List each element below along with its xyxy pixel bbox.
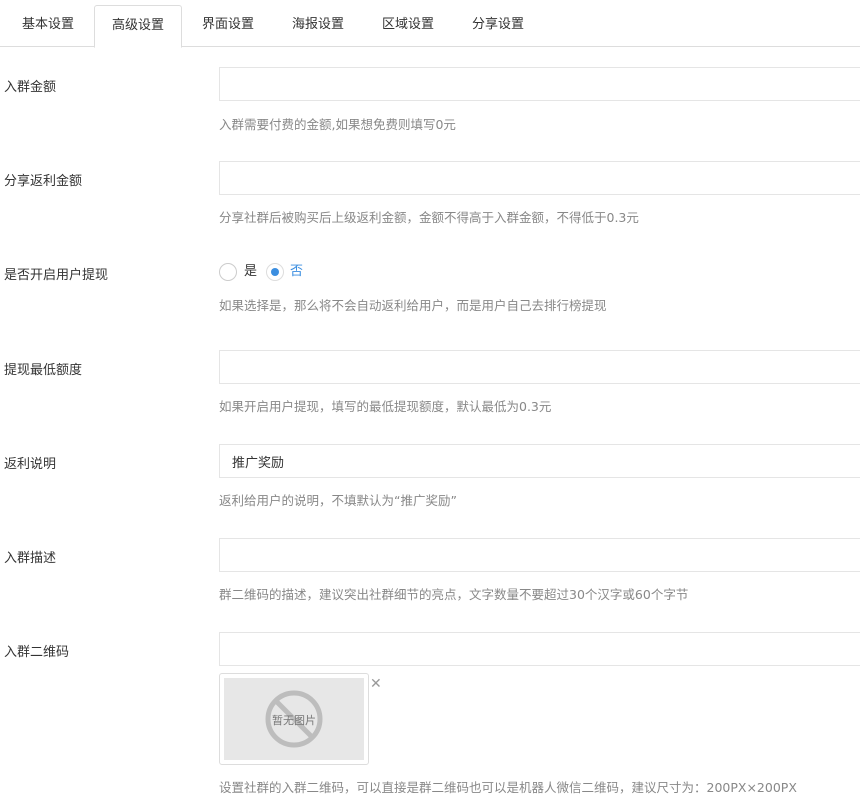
share-rebate-label: 分享返利金额 xyxy=(4,174,83,189)
join-amount-input[interactable] xyxy=(219,67,860,101)
tab-bar: 基本设置 高级设置 界面设置 海报设置 区域设置 分享设置 xyxy=(0,0,860,48)
join-desc-input[interactable] xyxy=(219,538,860,572)
join-desc-help: 群二维码的描述，建议突出社群细节的亮点，文字数量不要超过30个汉字或60个字节 xyxy=(219,587,689,602)
withdraw-yes-radio[interactable] xyxy=(219,263,237,281)
withdraw-enabled-help: 如果选择是，那么将不会自动返利给用户，而是用户自己去排行榜提现 xyxy=(219,298,607,313)
join-qrcode-help: 设置社群的入群二维码，可以直接是群二维码也可以是机器人微信二维码，建议尺寸为：2… xyxy=(219,780,797,795)
join-desc-label: 入群描述 xyxy=(4,551,57,566)
tab-basic-settings[interactable]: 基本设置 xyxy=(4,5,92,47)
rebate-note-input[interactable] xyxy=(219,444,860,478)
close-icon[interactable]: ✕ xyxy=(370,677,382,691)
withdraw-enabled-label: 是否开启用户提现 xyxy=(4,268,109,283)
rebate-note-label: 返利说明 xyxy=(4,457,57,472)
join-amount-label: 入群金额 xyxy=(4,80,57,95)
withdraw-no-label[interactable]: 否 xyxy=(290,263,303,281)
join-qrcode-label: 入群二维码 xyxy=(4,645,70,660)
tab-poster-settings[interactable]: 海报设置 xyxy=(274,5,362,47)
join-amount-help: 入群需要付费的金额,如果想免费则填写0元 xyxy=(219,117,456,132)
rebate-note-help: 返利给用户的说明，不填默认为“推广奖励” xyxy=(219,493,457,508)
min-withdraw-input[interactable] xyxy=(219,350,860,384)
withdraw-yes-label[interactable]: 是 xyxy=(244,263,257,281)
share-rebate-input[interactable] xyxy=(219,161,860,195)
tab-share-settings[interactable]: 分享设置 xyxy=(454,5,542,47)
min-withdraw-label: 提现最低额度 xyxy=(4,363,83,378)
withdraw-no-radio[interactable] xyxy=(266,263,284,281)
qrcode-image-preview[interactable]: 暂无图片 xyxy=(219,673,369,765)
tab-advanced-settings[interactable]: 高级设置 xyxy=(94,5,182,48)
share-rebate-help: 分享社群后被购买后上级返利金额，金额不得高于入群金额，不得低于0.3元 xyxy=(219,210,639,225)
tab-interface-settings[interactable]: 界面设置 xyxy=(184,5,272,47)
join-qrcode-input[interactable] xyxy=(219,632,860,666)
no-image-text: 暂无图片 xyxy=(272,714,316,727)
image-placeholder: 暂无图片 xyxy=(224,678,364,760)
tab-region-settings[interactable]: 区域设置 xyxy=(364,5,452,47)
min-withdraw-help: 如果开启用户提现，填写的最低提现额度，默认最低为0.3元 xyxy=(219,399,552,414)
